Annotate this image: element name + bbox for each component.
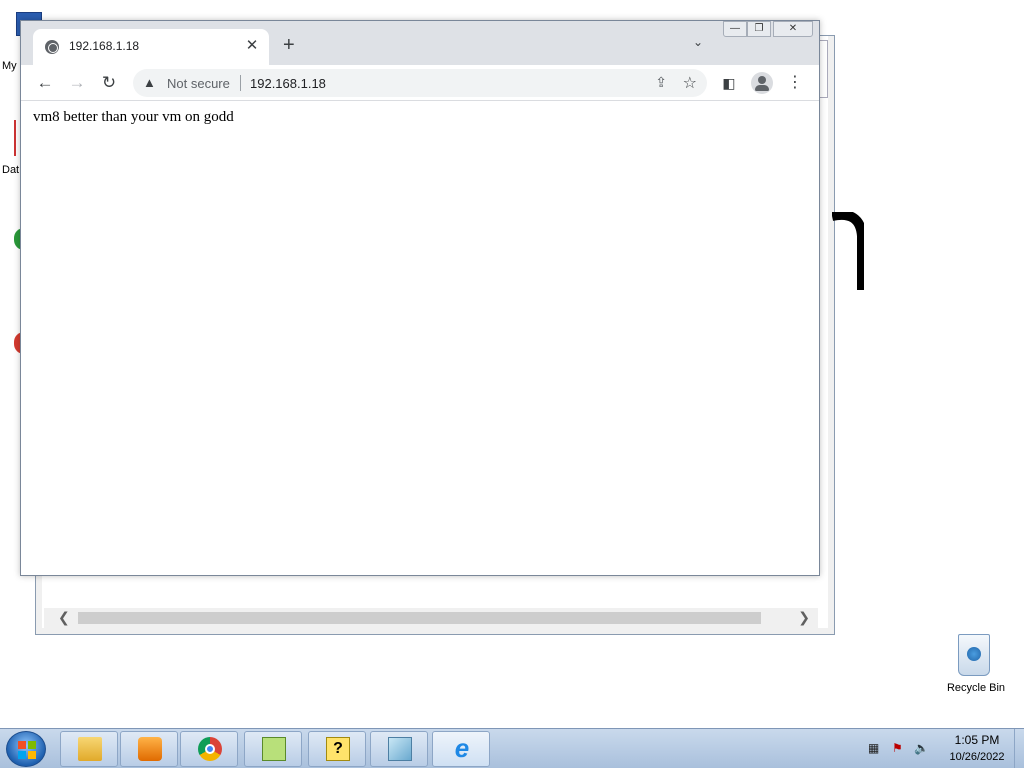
notepad-plus-icon	[262, 737, 286, 761]
bookmark-star-icon[interactable]: ☆	[683, 73, 697, 93]
system-clock[interactable]: 1:05 PM 10/26/2022	[936, 733, 1018, 763]
taskbar-help[interactable]: ?	[308, 731, 366, 767]
network-icon[interactable]: ▦	[868, 741, 879, 755]
share-icon[interactable]: ⇪	[655, 74, 667, 91]
taskbar-internet-explorer[interactable]: e	[432, 731, 490, 767]
taskbar-app-window[interactable]	[370, 731, 428, 767]
minimize-button[interactable]: —	[723, 21, 747, 37]
tab-title: 192.168.1.18	[69, 39, 140, 53]
volume-icon[interactable]: 🔈	[914, 741, 929, 755]
show-desktop-button[interactable]	[1014, 729, 1024, 768]
recycle-bin-label: Recycle Bin	[946, 682, 1006, 694]
more-menu-icon[interactable]: ⋮	[783, 72, 807, 94]
page-body-text: vm8 better than your vm on godd	[33, 109, 234, 125]
clock-date: 10/26/2022	[949, 751, 1005, 763]
windows-logo-icon	[18, 741, 36, 759]
new-tab-button[interactable]: +	[283, 35, 295, 55]
scrollbar-thumb[interactable]	[78, 612, 761, 624]
taskbar: ? e ▦ ⚑ 🔈 1:05 PM 10/26/2022	[0, 728, 1024, 768]
reload-icon[interactable]: ↻	[97, 72, 121, 94]
page-viewport: vm8 better than your vm on godd	[21, 101, 819, 575]
large-letter-n-glyph	[832, 212, 864, 290]
omnibox-divider	[240, 75, 241, 91]
app-window-icon	[388, 737, 412, 761]
back-arrow-icon[interactable]: ←	[33, 72, 57, 94]
chrome-icon	[198, 737, 222, 761]
taskbar-chrome[interactable]	[180, 731, 238, 767]
action-center-flag-icon[interactable]: ⚑	[892, 741, 903, 755]
recycle-bin-icon	[958, 634, 990, 676]
tab-strip: 192.168.1.18 ✕ + ⌄ — ❐ ✕	[21, 21, 819, 65]
browser-toolbar: ← → ↻ ▲ Not secure 192.168.1.18 ⇪ ☆ ◧ ⋮	[21, 65, 819, 101]
help-icon: ?	[326, 737, 350, 761]
url-text[interactable]: 192.168.1.18	[250, 76, 326, 91]
scroll-right-icon[interactable]: ❯	[798, 609, 810, 626]
browser-tab[interactable]: 192.168.1.18 ✕	[33, 29, 269, 65]
horizontal-scrollbar[interactable]: ❮ ❯	[44, 608, 818, 628]
close-window-button[interactable]: ✕	[773, 21, 813, 37]
desktop-icon-recycle-bin[interactable]: Recycle Bin	[944, 632, 1008, 702]
browser-window: 192.168.1.18 ✕ + ⌄ — ❐ ✕ ← → ↻ ▲ Not sec…	[20, 20, 820, 576]
tab-close-icon[interactable]: ✕	[243, 37, 261, 55]
security-status[interactable]: Not secure	[167, 76, 230, 91]
warning-icon[interactable]: ▲	[143, 75, 156, 90]
desktop-icon-label: Dat	[2, 164, 20, 176]
taskbar-file-explorer[interactable]	[60, 731, 118, 767]
scroll-left-icon[interactable]: ❮	[58, 609, 70, 626]
forward-arrow-icon[interactable]: →	[65, 72, 89, 94]
start-button[interactable]	[6, 731, 46, 767]
clock-time: 1:05 PM	[954, 733, 1000, 747]
desktop-icon-label: My	[2, 60, 17, 72]
tab-search-chevron-icon[interactable]: ⌄	[693, 35, 703, 49]
profile-avatar-icon[interactable]	[751, 72, 773, 94]
globe-icon	[45, 40, 59, 54]
restore-button[interactable]: ❐	[747, 21, 771, 37]
media-player-icon	[138, 737, 162, 761]
address-bar[interactable]: ▲ Not secure 192.168.1.18 ⇪ ☆	[133, 69, 707, 97]
taskbar-media-player[interactable]	[120, 731, 178, 767]
side-panel-icon[interactable]: ◧	[717, 72, 741, 94]
folder-icon	[78, 737, 102, 761]
internet-explorer-icon: e	[454, 733, 470, 763]
taskbar-notepad-plus[interactable]	[244, 731, 302, 767]
